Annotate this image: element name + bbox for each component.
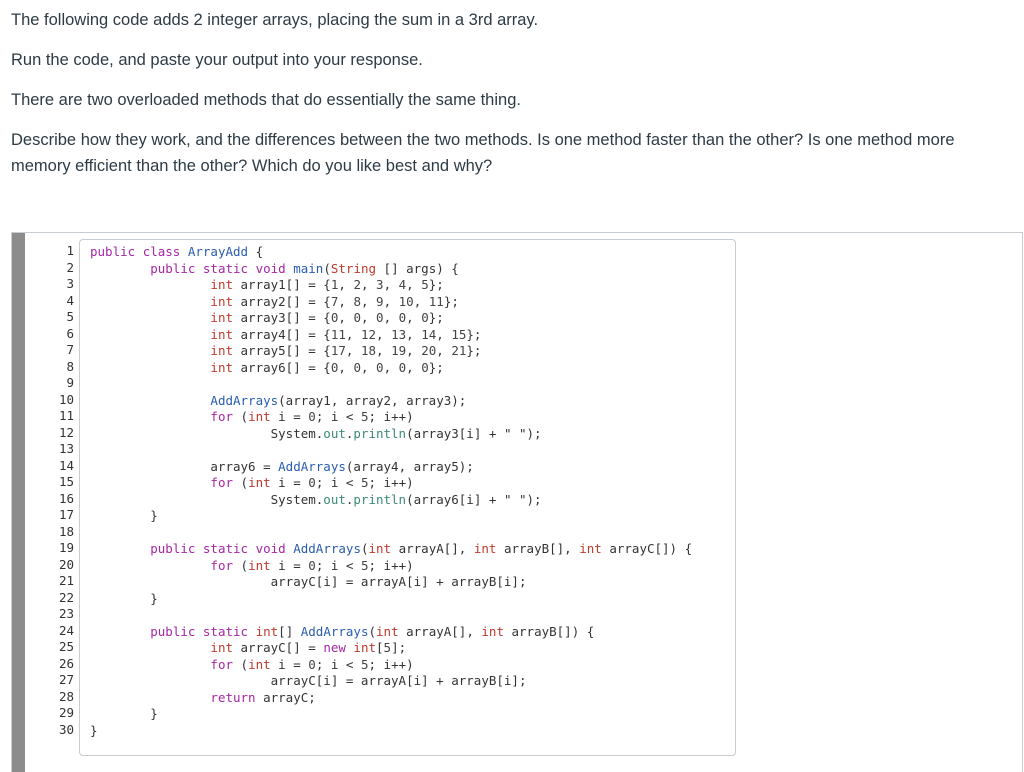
code-line: }: [90, 508, 158, 523]
code-line: int array1[] = {1, 2, 3, 4, 5};: [210, 277, 444, 292]
code-line: array6 = AddArrays(array4, array5);: [90, 458, 474, 474]
line-number: 8: [66, 358, 74, 374]
code-line: }: [90, 590, 158, 606]
line-number: 7: [66, 342, 74, 357]
code-line: public static void main(String [] args) …: [150, 260, 459, 276]
code-line: for (int i = 0; i < 5; i++): [210, 557, 414, 573]
line-number: 27: [58, 672, 74, 687]
code-editor[interactable]: 1 2 3 4 5 6 7 8 9 10 11 12 13 14 15 16 17 18 19 20 21 22 23 24 2…: [11, 232, 1023, 772]
line-number: 28: [58, 688, 74, 704]
code-line: }: [90, 706, 158, 721]
line-number: 10: [58, 391, 74, 407]
code-text: public class ArrayAdd { public static vo…: [90, 244, 692, 739]
code-line: ​: [90, 525, 692, 542]
line-number: 13: [58, 441, 74, 456]
line-number: 29: [58, 705, 74, 720]
question-paragraph-3: There are two overloaded methods that do…: [11, 91, 521, 109]
code-line: System.out.println(array6[i] + " ");: [90, 491, 542, 507]
code-line: arrayC[i] = arrayA[i] + arrayB[i];: [90, 574, 527, 589]
code-line: ​: [90, 607, 692, 624]
line-number: 19: [58, 540, 74, 555]
question-paragraph-1: The following code adds 2 integer arrays…: [11, 11, 539, 29]
line-number: 25: [58, 639, 74, 654]
code-line: return arrayC;: [210, 689, 316, 705]
code-line: for (int i = 0; i < 5; i++): [210, 475, 414, 490]
line-number: 12: [58, 424, 74, 440]
code-line: int arrayC[] = new int[5];: [210, 640, 407, 655]
line-number: 18: [58, 523, 74, 539]
code-line: int array3[] = {0, 0, 0, 0, 0};: [210, 310, 444, 325]
code-line: int array6[] = {0, 0, 0, 0, 0};: [210, 359, 444, 375]
line-number: 1: [66, 243, 74, 258]
code-line: System.out.println(array3[i] + " ");: [90, 425, 542, 441]
code-line: int array4[] = {11, 12, 13, 14, 15};: [210, 326, 482, 342]
line-number: 26: [58, 655, 74, 671]
line-number: 15: [58, 474, 74, 489]
code-line: ​: [90, 376, 692, 393]
line-number: 6: [66, 325, 74, 341]
code-line: for (int i = 0; i < 5; i++): [210, 409, 414, 424]
code-line: ​: [90, 442, 692, 459]
code-line: public class ArrayAdd {: [90, 244, 264, 259]
line-number: 4: [66, 292, 74, 308]
line-number: 11: [58, 408, 74, 423]
code-line: int array5[] = {17, 18, 19, 20, 21};: [210, 343, 482, 358]
code-line: arrayC[i] = arrayA[i] + arrayB[i];: [90, 673, 527, 688]
line-number: 9: [66, 375, 74, 390]
code-line: public static void AddArrays(int arrayA[…: [150, 541, 693, 556]
code-line: for (int i = 0; i < 5; i++): [210, 656, 414, 672]
code-block: public class ArrayAdd { public static vo…: [79, 239, 736, 756]
code-line: }: [90, 722, 98, 738]
line-number: 20: [58, 556, 74, 572]
line-number: 5: [66, 309, 74, 324]
line-number: 3: [66, 276, 74, 291]
line-number: 2: [66, 259, 74, 275]
line-number: 16: [58, 490, 74, 506]
question-paragraph-4: Describe how they work, and the differen…: [11, 131, 955, 175]
editor-scrollbar[interactable]: [12, 233, 25, 772]
line-number: 21: [58, 573, 74, 588]
line-number: 14: [58, 457, 74, 473]
line-number: 22: [58, 589, 74, 605]
question-paragraph-2: Run the code, and paste your output into…: [11, 51, 423, 69]
code-line: AddArrays(array1, array2, array3);: [210, 392, 467, 408]
code-line: int array2[] = {7, 8, 9, 10, 11};: [210, 293, 459, 309]
line-number: 30: [58, 721, 74, 737]
line-number-gutter: 1 2 3 4 5 6 7 8 9 10 11 12 13 14 15 16 17 18 19 20 21 22 23 24 2…: [38, 243, 74, 738]
line-number: 23: [58, 606, 74, 621]
line-number: 24: [58, 622, 74, 638]
code-line: public static int[] AddArrays(int arrayA…: [150, 623, 595, 639]
line-number: 17: [58, 507, 74, 522]
